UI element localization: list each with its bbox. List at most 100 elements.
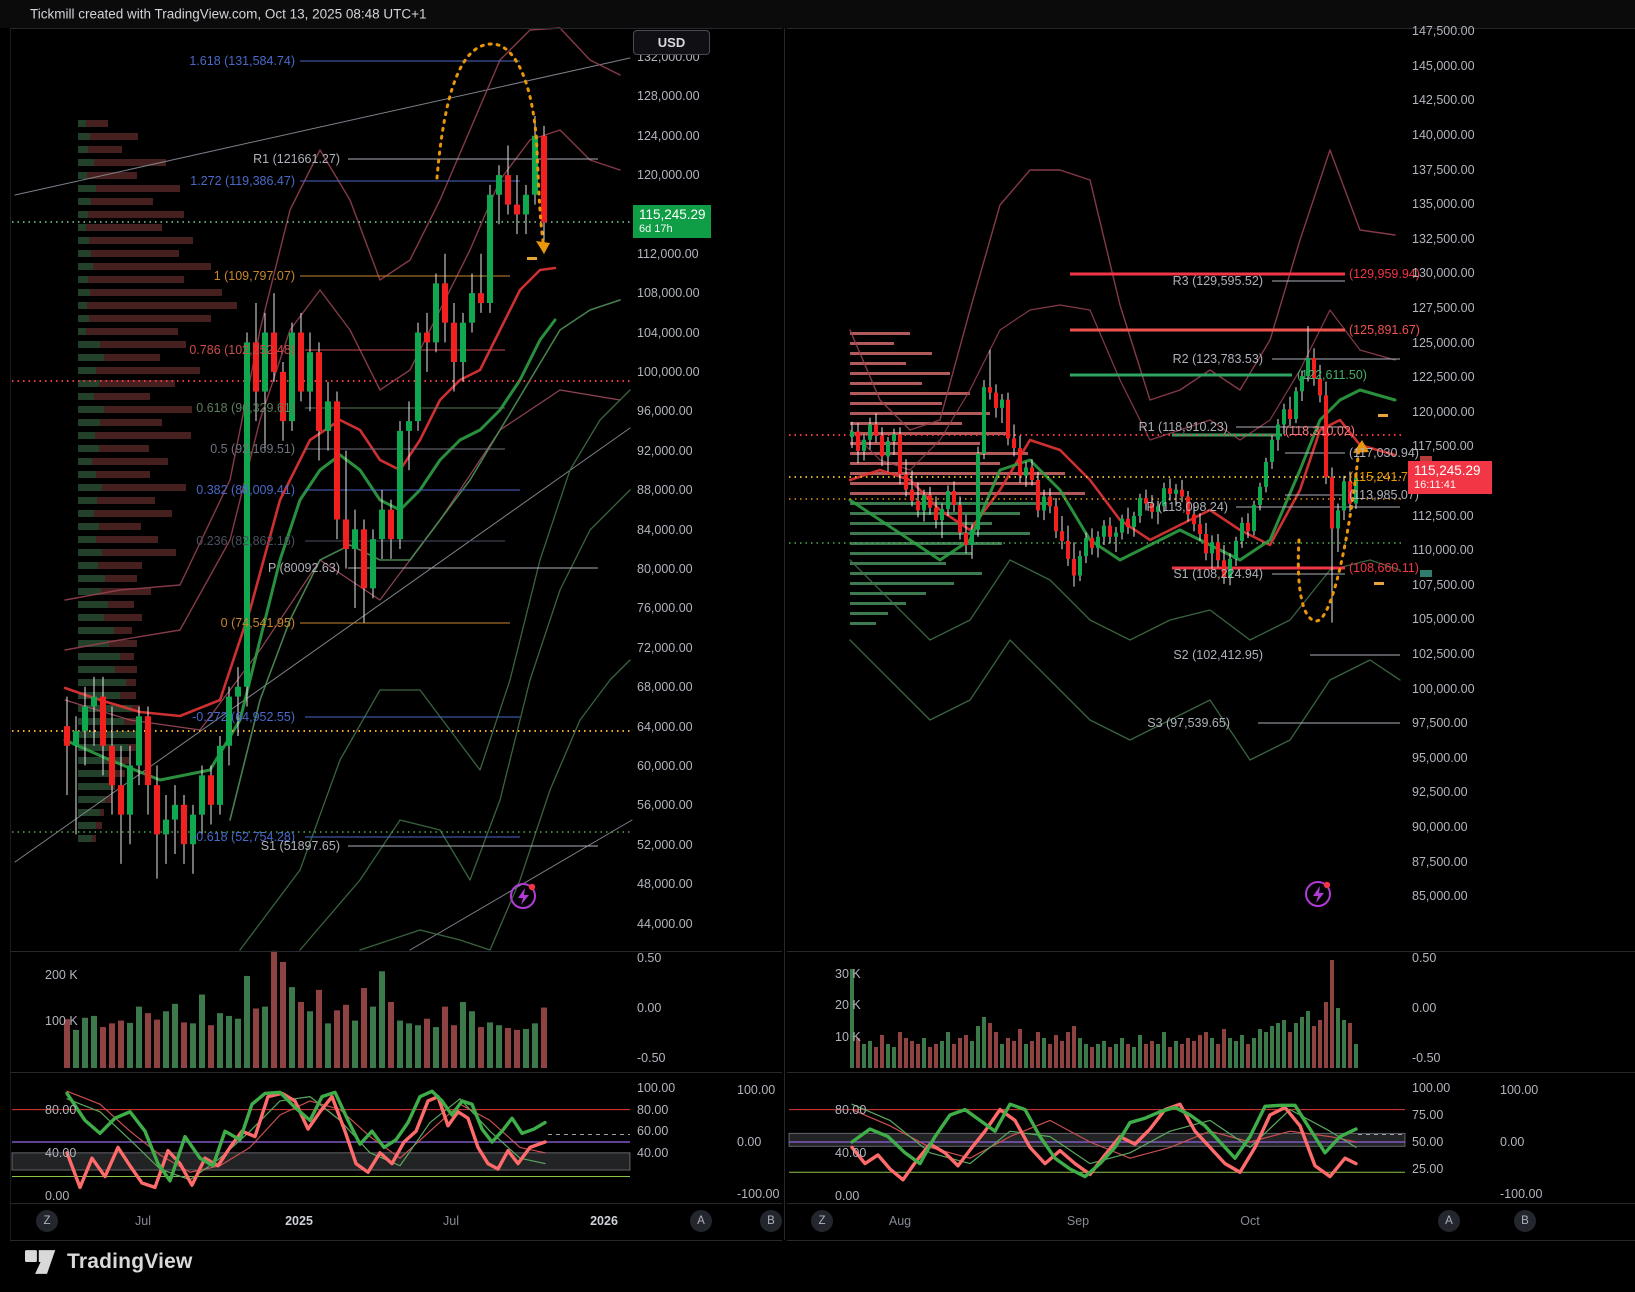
candle-body — [1018, 448, 1022, 476]
volume-bar — [82, 1018, 88, 1068]
volume-bar — [1240, 1035, 1244, 1068]
flash-idea-icon-dot — [1324, 882, 1330, 888]
volume-bar — [922, 1038, 926, 1068]
volume-bar — [1210, 1038, 1214, 1068]
volume-profile-row — [126, 679, 136, 686]
volume-profile-row — [90, 133, 138, 140]
volume-profile-row — [78, 172, 87, 179]
volume-bar — [904, 1038, 908, 1068]
volume-profile-row — [78, 731, 136, 738]
volume-profile-row — [102, 549, 176, 556]
volume-bar — [1006, 1038, 1010, 1068]
volume-bar — [862, 1044, 866, 1068]
candle-body — [880, 436, 884, 457]
volume-profile-row — [850, 332, 910, 335]
charts-canvas — [0, 0, 1635, 1292]
volume-bar — [1336, 1008, 1340, 1068]
candle-body — [1276, 425, 1280, 440]
candle-body — [994, 393, 998, 408]
volume-bar — [208, 1025, 214, 1068]
candle-body — [154, 785, 160, 834]
time-axis-button-z[interactable]: Z — [811, 1210, 833, 1232]
volume-bar — [388, 1002, 394, 1068]
volume-profile-row — [850, 372, 950, 375]
volume-bar — [541, 1008, 547, 1068]
volume-profile-row — [89, 315, 211, 322]
volume-bar — [1174, 1041, 1178, 1068]
indicator-curve — [360, 660, 630, 950]
currency-toggle-button[interactable]: USD — [633, 30, 710, 55]
volume-profile-row — [100, 419, 162, 426]
volume-profile-row — [78, 471, 96, 478]
indicator-curve — [850, 150, 1395, 430]
volume-profile-row — [78, 783, 110, 790]
volume-bar — [217, 1013, 223, 1068]
volume-profile-row — [78, 237, 89, 244]
volume-bar — [1120, 1038, 1124, 1068]
volume-bar — [964, 1035, 968, 1068]
tradingview-logo[interactable]: TradingView — [25, 1247, 193, 1277]
volume-profile-row — [78, 406, 104, 413]
volume-profile-row — [78, 575, 105, 582]
volume-bar — [289, 987, 295, 1068]
candle-body — [361, 529, 367, 588]
volume-bar — [928, 1047, 932, 1068]
volume-profile-row — [78, 510, 94, 517]
volume-bar — [1288, 1032, 1292, 1068]
volume-bar — [1294, 1023, 1298, 1068]
candle-body — [298, 333, 304, 392]
volume-profile-row — [850, 422, 962, 425]
volume-profile-row — [850, 402, 942, 405]
last-price-badge-right: 115,245.29 16:11:41 — [1408, 461, 1492, 494]
volume-bar — [415, 1025, 421, 1068]
volume-bar — [1276, 1023, 1280, 1068]
time-axis-button-a[interactable]: A — [1438, 1210, 1460, 1232]
volume-profile-row — [92, 458, 168, 465]
volume-bar — [1078, 1038, 1082, 1068]
candle-body — [397, 431, 403, 539]
indicator-curve — [230, 300, 620, 820]
volume-bar — [916, 1044, 920, 1068]
volume-bar — [1036, 1032, 1040, 1068]
volume-bar — [1234, 1041, 1238, 1068]
volume-bar — [892, 1047, 896, 1068]
volume-profile-row — [78, 445, 99, 452]
time-axis-button-b[interactable]: B — [760, 1210, 782, 1232]
volume-profile-row — [122, 757, 129, 764]
volume-bar — [244, 976, 250, 1068]
volume-bar — [1168, 1047, 1172, 1068]
volume-profile-row — [78, 276, 88, 283]
candle-body — [1144, 498, 1148, 504]
candle-body — [487, 195, 493, 303]
volume-bar — [1252, 1038, 1256, 1068]
candle-body — [898, 434, 902, 474]
volume-bar — [886, 1044, 890, 1068]
candle-body — [451, 323, 457, 362]
volume-profile-row — [850, 392, 970, 395]
price-countdown: 6d 17h — [639, 223, 705, 236]
volume-profile-row — [850, 592, 926, 595]
candle-body — [316, 352, 322, 431]
volume-bar — [226, 1016, 232, 1068]
candle-body — [1180, 490, 1184, 497]
volume-profile-row — [78, 536, 96, 543]
candle-body — [334, 401, 340, 519]
volume-profile-row — [88, 146, 122, 153]
volume-bar — [1342, 1020, 1346, 1068]
volume-bar — [1306, 1011, 1310, 1068]
candle-body — [1054, 506, 1058, 531]
time-axis-button-b[interactable]: B — [1514, 1210, 1536, 1232]
volume-profile-row — [78, 224, 86, 231]
volume-bar — [1138, 1035, 1142, 1068]
volume-bar — [514, 1030, 520, 1068]
volume-bar — [1018, 1029, 1022, 1068]
volume-profile-row — [78, 614, 104, 621]
time-axis-button-z[interactable]: Z — [36, 1210, 58, 1232]
time-axis-button-a[interactable]: A — [690, 1210, 712, 1232]
volume-profile-row — [78, 302, 87, 309]
candle-body — [934, 508, 938, 520]
candle-body — [1138, 498, 1142, 516]
volume-bar — [1348, 1023, 1352, 1068]
volume-profile-row — [100, 809, 104, 816]
indicator-curve — [240, 390, 630, 950]
